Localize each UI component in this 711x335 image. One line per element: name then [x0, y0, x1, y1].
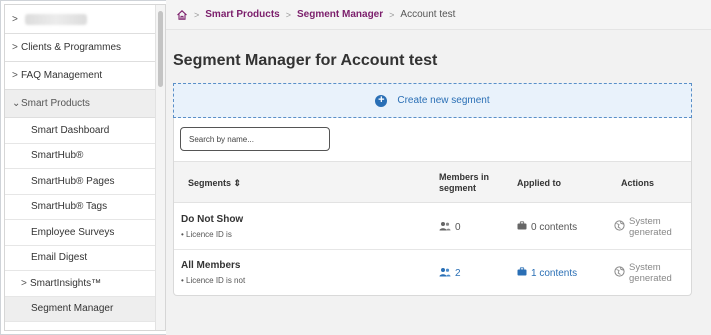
sidebar-scrollbar[interactable] [155, 5, 165, 330]
globe-icon [614, 220, 625, 234]
breadcrumb-segment-manager[interactable]: Segment Manager [297, 9, 383, 20]
column-header-actions: Actions [621, 178, 655, 188]
plus-circle-icon: + [375, 94, 388, 107]
sidebar-item-smart-dashboard[interactable]: Smart Dashboard [5, 118, 157, 144]
actions-cell: System generated [614, 204, 679, 250]
applied-cell: 0 contents [517, 204, 577, 250]
breadcrumb-separator: > [194, 9, 200, 20]
sidebar-item-clients[interactable]: > Clients & Programmes [5, 34, 157, 62]
sidebar-item-smarthub-tags[interactable]: SmartHub® Tags [5, 195, 157, 220]
applied-count: 0 contents [531, 221, 578, 233]
sidebar-item-label: Employee Surveys [31, 226, 115, 238]
segment-name[interactable]: Do Not Show [181, 214, 243, 225]
search-input[interactable] [180, 127, 330, 151]
members-count: 2 [455, 267, 461, 279]
globe-icon [614, 266, 625, 280]
members-count: 0 [455, 221, 461, 233]
segments-panel: Segments ⇕ Members in segment Applied to… [173, 118, 692, 296]
sidebar-item-label: Segment Manager [31, 303, 114, 315]
briefcase-icon [517, 221, 527, 233]
breadcrumb-separator: > [389, 9, 395, 20]
sidebar-item-smartinsights[interactable]: > SmartInsights™ [5, 271, 157, 297]
column-header-members: Members in segment [439, 172, 490, 193]
redacted-label [25, 13, 87, 25]
sidebar: > > Clients & Programmes > FAQ Managemen… [4, 4, 166, 331]
sidebar-item-email-digest[interactable]: Email Digest [5, 246, 157, 271]
sidebar-item-label: Clients & Programmes [21, 42, 122, 53]
sidebar-item-label: SmartInsights™ [30, 277, 102, 289]
members-cell: 0 [439, 204, 461, 250]
members-cell[interactable]: 2 [439, 250, 461, 296]
sidebar-item-label: SmartHub® [31, 150, 84, 162]
table-row[interactable]: Do Not Show • Licence ID is 0 0 contents… [174, 204, 691, 250]
system-generated-label: System generated [629, 262, 672, 284]
segment-rule: • Licence ID is [181, 230, 232, 239]
chevron-down-icon: ⌄ [12, 98, 21, 109]
sidebar-item-label: FAQ Management [21, 70, 103, 81]
sidebar-item-employee-surveys[interactable]: Employee Surveys [5, 220, 157, 246]
breadcrumb-smart-products[interactable]: Smart Products [205, 9, 279, 20]
system-generated-label: System generated [629, 216, 672, 238]
users-icon [439, 221, 451, 234]
sidebar-item-smarthub-pages[interactable]: SmartHub® Pages [5, 169, 157, 195]
sidebar-item-faq[interactable]: > FAQ Management [5, 62, 157, 90]
sidebar-item-label: Smart Products [21, 98, 90, 109]
main-content: > Smart Products > Segment Manager > Acc… [166, 0, 711, 335]
table-row[interactable]: All Members • Licence ID is not 2 1 cont… [174, 250, 691, 296]
column-header-segments[interactable]: Segments ⇕ [188, 162, 241, 204]
chevron-right-icon: > [12, 13, 18, 25]
column-header-applied: Applied to [517, 178, 561, 188]
sidebar-item-label: SmartHub® Pages [31, 175, 115, 187]
sidebar-item-redacted[interactable]: > [5, 5, 157, 34]
table-header: Segments ⇕ Members in segment Applied to… [174, 161, 691, 203]
chevron-right-icon: > [12, 70, 18, 81]
segment-rule: • Licence ID is not [181, 276, 246, 285]
create-segment-button[interactable]: + Create new segment [173, 83, 692, 118]
applied-count: 1 contents [531, 267, 578, 279]
sidebar-item-segment-manager[interactable]: Segment Manager [5, 296, 157, 322]
chevron-right-icon: > [21, 277, 27, 289]
chevron-right-icon: > [12, 42, 18, 53]
breadcrumb: > Smart Products > Segment Manager > Acc… [166, 0, 711, 30]
applied-cell[interactable]: 1 contents [517, 250, 577, 296]
actions-cell: System generated [614, 250, 679, 296]
home-icon[interactable] [176, 9, 188, 21]
breadcrumb-separator: > [285, 9, 291, 20]
breadcrumb-current: Account test [400, 9, 456, 20]
scrollbar-thumb[interactable] [158, 11, 163, 87]
sidebar-item-label: SmartHub® Tags [31, 201, 108, 213]
sidebar-item-smart-products[interactable]: ⌄ Smart Products [5, 90, 157, 118]
sidebar-nav: > > Clients & Programmes > FAQ Managemen… [5, 5, 157, 322]
sidebar-item-label: Email Digest [31, 252, 88, 264]
page-title: Segment Manager for Account test [173, 52, 438, 69]
sidebar-item-label: Smart Dashboard [31, 124, 110, 136]
segment-name[interactable]: All Members [181, 260, 240, 271]
users-icon [439, 267, 451, 280]
sidebar-item-smarthub[interactable]: SmartHub® [5, 144, 157, 169]
briefcase-icon [517, 267, 527, 279]
create-segment-label: Create new segment [397, 95, 490, 106]
